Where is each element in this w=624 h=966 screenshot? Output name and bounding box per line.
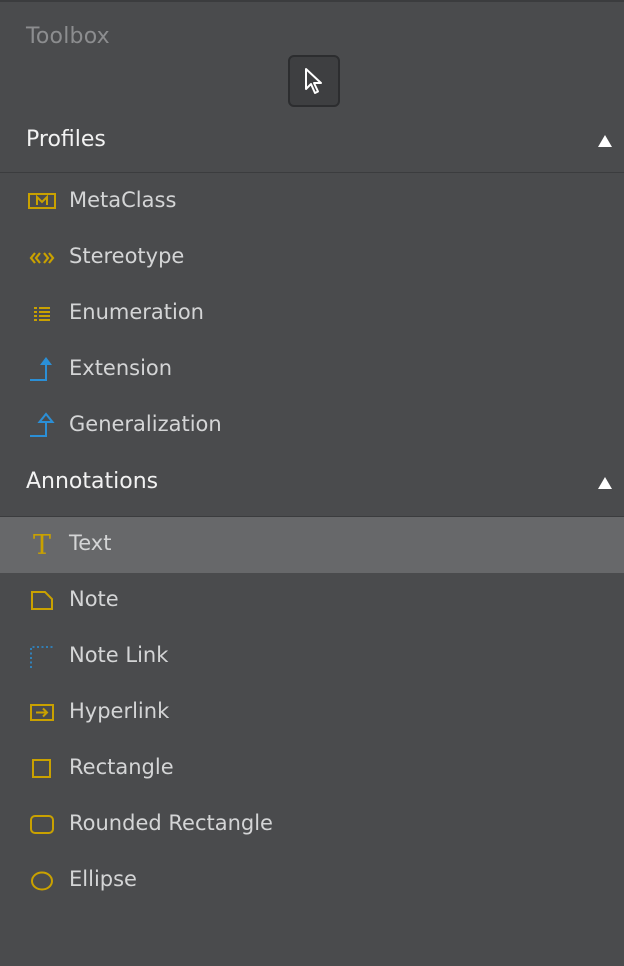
toolbox-item-hyperlink[interactable]: Hyperlink [0, 685, 624, 741]
toolbox-title: Toolbox [26, 24, 110, 49]
hyperlink-icon [28, 699, 56, 727]
rounded-rectangle-icon [28, 811, 56, 839]
toolbox-item-label: Note Link [69, 643, 169, 667]
svg-text:T: T [33, 531, 51, 559]
pointer-tool-button[interactable] [288, 55, 340, 107]
toolbox-item-label: Note [69, 587, 119, 611]
toolbox-item-label: Hyperlink [69, 699, 170, 723]
extension-icon [28, 356, 56, 384]
toolbox-item-label: Stereotype [69, 244, 185, 268]
toolbox-item-note[interactable]: Note [0, 573, 624, 629]
toolbox-item-generalization[interactable]: Generalization [0, 398, 624, 454]
rectangle-icon [28, 755, 56, 783]
toolbox-item-label: Ellipse [69, 867, 137, 891]
toolbox-item-label: Enumeration [69, 300, 204, 324]
toolbox-item-enumeration[interactable]: Enumeration [0, 286, 624, 342]
generalization-icon [28, 412, 56, 440]
section-divider [0, 172, 624, 173]
toolbox-item-rounded-rectangle[interactable]: Rounded Rectangle [0, 797, 624, 853]
toolbox-item-note-link[interactable]: Note Link [0, 629, 624, 685]
enumeration-icon [28, 300, 56, 328]
toolbox-item-extension[interactable]: Extension [0, 342, 624, 398]
toolbox-item-label: Rectangle [69, 755, 174, 779]
section-header-annotations[interactable]: Annotations [0, 456, 624, 514]
toolbox-item-label: Text [69, 531, 112, 555]
note-icon [28, 587, 56, 615]
toolbox-item-stereotype[interactable]: Stereotype [0, 230, 624, 286]
toolbox-item-text[interactable]: T Text [0, 517, 624, 573]
toolbox-item-ellipse[interactable]: Ellipse [0, 853, 624, 909]
toolbox-item-label: Generalization [69, 412, 222, 436]
toolbox-panel: Toolbox Profiles MetaClass Stereotype En… [0, 0, 624, 966]
ellipse-icon [28, 867, 56, 895]
toolbox-item-metaclass[interactable]: MetaClass [0, 174, 624, 230]
toolbox-item-label: Extension [69, 356, 173, 380]
section-label-profiles: Profiles [26, 127, 106, 152]
section-header-profiles[interactable]: Profiles [0, 114, 624, 172]
section-label-annotations: Annotations [26, 469, 159, 494]
collapse-triangle-up-icon[interactable] [598, 477, 612, 489]
toolbox-item-rectangle[interactable]: Rectangle [0, 741, 624, 797]
stereotype-icon [28, 244, 56, 272]
toolbox-item-label: Rounded Rectangle [69, 811, 273, 835]
text-icon: T [28, 531, 56, 559]
pointer-arrow-icon [305, 68, 322, 94]
note-link-icon [28, 643, 56, 671]
metaclass-icon [28, 188, 56, 216]
toolbox-item-label: MetaClass [69, 188, 177, 212]
collapse-triangle-up-icon[interactable] [598, 135, 612, 147]
